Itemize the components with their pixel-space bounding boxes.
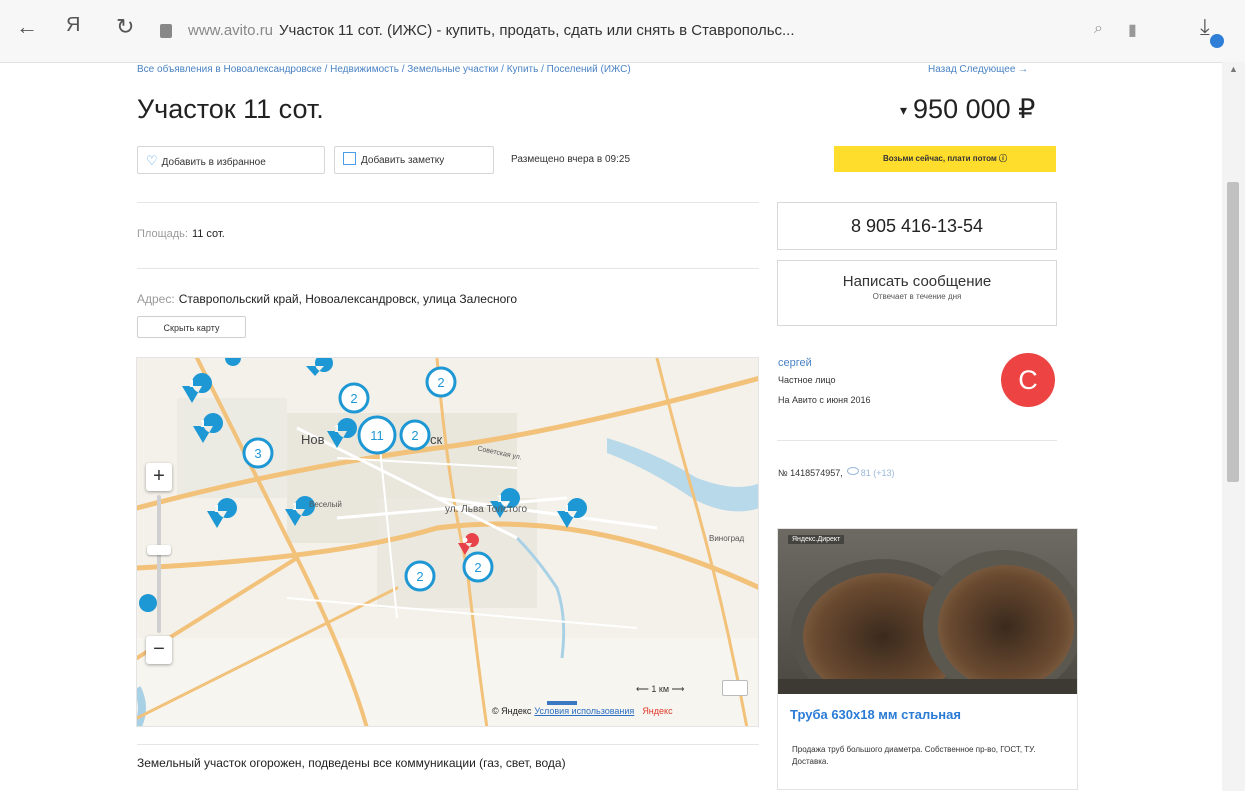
- map-canvas[interactable]: 1 1 1 1 1 1 1 2 2 11 2 3 2 2: [137, 358, 759, 727]
- eye-icon: [846, 467, 859, 475]
- map[interactable]: 1 1 1 1 1 1 1 2 2 11 2 3 2 2 Нов ск ул. …: [136, 357, 759, 727]
- divider: [137, 268, 759, 269]
- address-field: Адрес: Ставропольский край, Новоалександр…: [137, 292, 517, 306]
- reload-icon[interactable]: ↻: [116, 14, 134, 40]
- area-label: Площадь:: [137, 228, 188, 240]
- area-value: 11 сот.: [191, 228, 225, 240]
- price[interactable]: ▾ 950 000 ₽: [900, 94, 1035, 125]
- map-pin-label: 1: [564, 504, 570, 515]
- scroll-up-icon[interactable]: ▲: [1229, 64, 1238, 74]
- seller-name-link[interactable]: сергей: [778, 357, 812, 369]
- divider: [137, 202, 759, 203]
- add-note-label: Добавить заметку: [361, 155, 445, 166]
- map-pin-label: 1: [189, 379, 195, 390]
- map-cluster-count: 2: [416, 569, 423, 584]
- back-arrow-icon[interactable]: ←: [16, 14, 38, 40]
- write-message-button[interactable]: Написать сообщение Отвечает в течение дн…: [777, 260, 1057, 326]
- map-cluster-count: 2: [437, 375, 444, 390]
- map-copyright-text: © Яндекс: [492, 706, 532, 716]
- divider: [777, 440, 1057, 441]
- search-icon[interactable]: ⌕: [1094, 20, 1103, 38]
- hide-map-button[interactable]: Скрыть карту: [137, 316, 246, 338]
- yandex-map-logo[interactable]: Яндекс: [642, 706, 672, 716]
- map-place-label: Веселый: [309, 500, 342, 509]
- address-label: Адрес:: [137, 292, 175, 306]
- page-title: Участок 11 сот.: [137, 94, 324, 124]
- map-pin-label: 1: [292, 502, 298, 513]
- map-zoom-slider-thumb[interactable]: [147, 545, 171, 555]
- map-cluster-count: 2: [350, 391, 357, 406]
- area-field: Площадь: 11 сот.: [137, 228, 225, 240]
- map-cluster-count: 2: [411, 428, 418, 443]
- posted-date: Размещено вчера в 09:25: [511, 154, 630, 165]
- add-note-button[interactable]: Добавить заметку: [334, 146, 494, 174]
- promo-image[interactable]: [778, 529, 1077, 694]
- map-place-label: Виноград: [709, 534, 745, 543]
- map-pin-label: 1: [214, 504, 220, 515]
- write-message-label: Написать сообщение: [842, 273, 992, 290]
- promo-text: Продажа труб большого диаметра. Собствен…: [792, 745, 1036, 766]
- price-value: 950 000 ₽: [913, 94, 1036, 124]
- views-value: 81 (+13): [860, 468, 895, 478]
- map-terms-link[interactable]: Условия использования: [534, 706, 634, 716]
- add-favorite-button[interactable]: ♡ Добавить в избранное: [137, 146, 325, 174]
- show-phone-button[interactable]: 8 905 416-13-54: [777, 202, 1057, 250]
- map-street-label: ул. Льва Толстого: [445, 504, 528, 515]
- chevron-down-icon: ▾: [900, 102, 908, 119]
- promo-tag: Яндекс.Директ: [788, 535, 845, 544]
- address-page-title: Участок 11 сот. (ИЖС) - купить, продать,…: [279, 22, 795, 39]
- address-bar[interactable]: www.avito.ru Участок 11 сот. (ИЖС) - купи…: [160, 16, 1160, 46]
- map-cluster-count: 11: [370, 428, 384, 443]
- map-city-label: Нов: [301, 432, 325, 447]
- browser-toolbar: ← Я ↻ www.avito.ru Участок 11 сот. (ИЖС) …: [0, 0, 1245, 63]
- promo-title[interactable]: Труба 630х18 мм стальная: [790, 707, 961, 722]
- downloads-button[interactable]: ⤓: [1196, 14, 1226, 48]
- map-city-label: ск: [430, 432, 443, 447]
- yandex-logo-icon[interactable]: Я: [66, 14, 80, 37]
- avatar[interactable]: С: [1001, 353, 1055, 407]
- map-copyright: © Яндекс Условия использования Яндекс: [492, 706, 673, 716]
- promo-ad[interactable]: Яндекс.Директ Труба 630х18 мм стальная П…: [777, 528, 1078, 790]
- seller-type: Частное лицо: [778, 375, 836, 385]
- map-pin-label: 1: [200, 419, 206, 430]
- ad-number-value: № 1418574957,: [778, 468, 843, 478]
- map-zoom-out-button[interactable]: −: [146, 636, 172, 664]
- map-pin-label: 1: [334, 424, 340, 435]
- address-value: Ставропольский край, Новоалександровск, …: [178, 292, 518, 306]
- listing-description: Земельный участок огорожен, подведены вс…: [137, 756, 566, 770]
- views-count: 81 (+13): [846, 467, 895, 478]
- prev-next-links[interactable]: Назад Следующее →: [928, 64, 1028, 75]
- response-time: Отвечает в течение дня: [872, 292, 962, 301]
- bookmark-icon[interactable]: ▮: [1128, 20, 1137, 40]
- download-icon: ⤓: [1200, 14, 1210, 39]
- map-cluster-count: 3: [254, 446, 261, 461]
- seller-since: На Авито с июня 2016: [778, 395, 871, 405]
- map-scale: ⟵ 1 км ⟶: [636, 684, 685, 694]
- buy-now-pay-later-button[interactable]: Возьми сейчас, плати потом ⓘ: [834, 146, 1056, 172]
- add-favorite-label: Добавить в избранное: [161, 157, 266, 168]
- map-ruler-button[interactable]: [722, 680, 748, 696]
- lock-icon: [160, 24, 172, 39]
- heart-icon: ♡: [146, 153, 158, 168]
- divider: [137, 744, 759, 745]
- address-domain: www.avito.ru: [188, 22, 274, 39]
- scrollbar-thumb[interactable]: [1227, 182, 1239, 482]
- map-zoom-slider[interactable]: [157, 495, 161, 633]
- ad-number: № 1418574957, 81 (+13): [778, 467, 895, 478]
- note-icon: [343, 152, 356, 165]
- download-badge: [1210, 34, 1224, 48]
- breadcrumb[interactable]: Все объявления в Новоалександровске / Не…: [137, 64, 631, 75]
- page-scrollbar[interactable]: ▲: [1222, 62, 1245, 791]
- map-cluster-count: 2: [474, 560, 481, 575]
- map-zoom-in-button[interactable]: +: [146, 463, 172, 491]
